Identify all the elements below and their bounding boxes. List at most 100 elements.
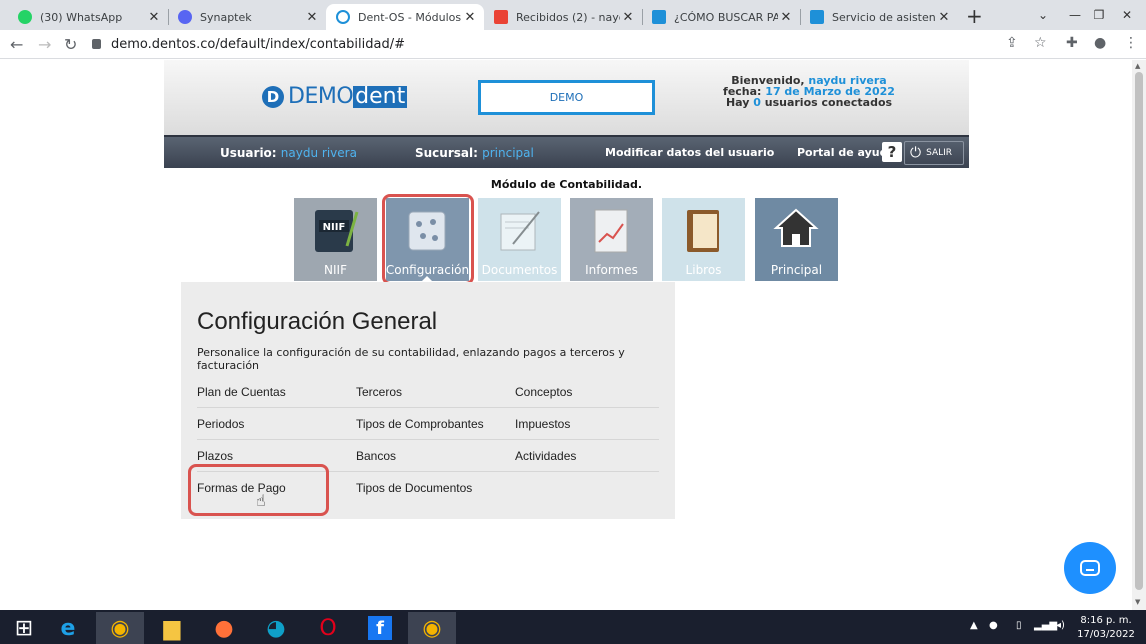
profile-avatar[interactable]: ● (1094, 35, 1106, 51)
link-tipos-de-documentos[interactable]: Tipos de Documentos (356, 481, 472, 495)
branch-info: Sucursal: principal (415, 146, 534, 160)
module-informes[interactable]: Informes (570, 198, 653, 281)
tab-gmail[interactable]: Recibidos (2) - naydude ✕ (484, 4, 642, 30)
niif-book-icon: NIIF (315, 210, 359, 252)
tab-label: ¿CÓMO BUSCAR PACIE (674, 10, 778, 24)
whatsapp-icon (18, 10, 32, 24)
users-suffix: usuarios conectados (764, 96, 893, 109)
facebook-icon[interactable]: f (356, 612, 404, 644)
close-icon[interactable]: ✕ (936, 10, 952, 25)
tab-whatsapp[interactable]: (30) WhatsApp ✕ (8, 4, 168, 30)
user-info: Usuario: naydu rivera (220, 146, 357, 160)
chrome-icon[interactable]: ◉ (96, 612, 144, 644)
url-text: demo.dentos.co/default/index/contabilida… (111, 36, 405, 52)
module-label: Principal (770, 263, 823, 277)
link-tipos-de-comprobantes[interactable]: Tipos de Comprobantes (356, 417, 484, 431)
forward-icon[interactable]: → (38, 35, 51, 54)
back-icon[interactable]: ← (10, 35, 23, 54)
tab-dentos[interactable]: Dent-OS - Módulos ge ✕ (326, 4, 484, 30)
help-icon[interactable]: ? (882, 142, 902, 162)
windows-start-icon[interactable]: ⊞ (0, 612, 48, 644)
menu-kebab-icon[interactable]: ⋮ (1124, 35, 1138, 51)
firefox-icon[interactable]: ● (200, 612, 248, 644)
module-principal[interactable]: Principal (755, 198, 838, 281)
module-libros[interactable]: Libros (662, 198, 745, 281)
branch-value[interactable]: principal (482, 146, 534, 160)
tray-app-icon[interactable]: ● (989, 620, 998, 631)
restore-button[interactable]: ❐ (1084, 0, 1114, 30)
network-icon[interactable]: ▂▄▆ (1034, 620, 1057, 631)
extensions-icon[interactable]: ✚ (1066, 35, 1078, 51)
browser-tab-bar: (30) WhatsApp ✕ Synaptek ✕ Dent-OS - Mód… (0, 0, 1146, 30)
file-explorer-icon[interactable]: ▆ (148, 612, 196, 644)
close-window-button[interactable]: ✕ (1112, 0, 1142, 30)
dentos-icon (336, 10, 350, 24)
link-conceptos[interactable]: Conceptos (515, 385, 572, 399)
logout-label: SALIR (926, 148, 953, 158)
close-icon[interactable]: ✕ (304, 10, 320, 25)
close-icon[interactable]: ✕ (146, 10, 162, 25)
tab-search-icon[interactable]: ⌄ (1028, 0, 1058, 30)
battery-icon[interactable]: ▯ (1016, 620, 1022, 631)
bookmark-star-icon[interactable]: ☆ (1034, 35, 1047, 51)
config-title: Configuración General (197, 308, 438, 335)
tab-label: (30) WhatsApp (40, 10, 123, 24)
link-actividades[interactable]: Actividades (515, 449, 576, 463)
logo-d-icon: D (262, 85, 284, 108)
dentos-logo[interactable]: D DEMO dent (262, 83, 408, 109)
edge-icon[interactable]: ◕ (252, 612, 300, 644)
scroll-up-icon[interactable]: ▲ (1135, 62, 1140, 70)
address-bar: ← → ↻ demo.dentos.co/default/index/conta… (0, 30, 1146, 59)
close-icon[interactable]: ✕ (462, 10, 478, 25)
branch-label: Sucursal: (415, 146, 478, 160)
link-plan-de-cuentas[interactable]: Plan de Cuentas (197, 385, 286, 399)
module-title: Módulo de Contabilidad. (490, 178, 643, 191)
tab-synaptek[interactable]: Synaptek ✕ (168, 4, 326, 30)
logo-dent-text: dent (353, 83, 408, 109)
link-plazos[interactable]: Plazos (197, 449, 233, 463)
module-documentos[interactable]: Documentos (478, 198, 561, 281)
link-bancos[interactable]: Bancos (356, 449, 396, 463)
scroll-down-icon[interactable]: ▼ (1135, 598, 1140, 606)
user-bar: Usuario: naydu rivera Sucursal: principa… (164, 135, 969, 168)
link-impuestos[interactable]: Impuestos (515, 417, 570, 431)
close-icon[interactable]: ✕ (778, 10, 794, 25)
tab-buscar[interactable]: ¿CÓMO BUSCAR PACIE ✕ (642, 4, 800, 30)
chat-button[interactable] (1064, 542, 1116, 594)
opera-icon[interactable]: O (304, 612, 352, 644)
chat-icon (1080, 560, 1100, 576)
document-pen-icon (500, 211, 540, 251)
logout-button[interactable]: ⏻ SALIR (904, 141, 964, 165)
user-value[interactable]: naydu rivera (281, 146, 357, 160)
module-label: Libros (685, 263, 722, 277)
tab-label: Recibidos (2) - naydude (516, 10, 620, 24)
row-divider (197, 439, 659, 440)
system-clock[interactable]: 8:16 p. m. 17/03/2022 (1075, 614, 1137, 642)
tray-expand-icon[interactable]: ▲ (970, 620, 978, 631)
help-portal-link[interactable]: Portal de ayuda (797, 146, 895, 159)
tab-label: Dent-OS - Módulos ge (358, 10, 462, 24)
reload-icon[interactable]: ↻ (64, 35, 77, 54)
user-label: Usuario: (220, 146, 277, 160)
new-tab-button[interactable]: + (966, 4, 983, 28)
config-description: Personalice la configuración de su conta… (197, 346, 625, 372)
users-prefix: Hay (725, 96, 750, 109)
page-scrollbar[interactable]: ▲ ▼ (1132, 60, 1146, 610)
welcome-info: Bienvenido, naydu rivera fecha: 17 de Ma… (684, 75, 934, 108)
link-terceros[interactable]: Terceros (356, 385, 402, 399)
tab-servicio[interactable]: Servicio de asistencia té ✕ (800, 4, 958, 30)
ie-icon[interactable]: e (44, 612, 92, 644)
modify-user-link[interactable]: Modificar datos del usuario (605, 146, 774, 159)
chrome-canary-icon[interactable]: ◉ (408, 612, 456, 644)
close-icon[interactable]: ✕ (620, 10, 636, 25)
svg-text:NIIF: NIIF (323, 222, 346, 233)
volume-icon[interactable]: ◂) (1056, 620, 1065, 631)
module-niif[interactable]: NIIF NIIF (294, 198, 377, 281)
share-icon[interactable]: ⇪ (1006, 35, 1018, 51)
tab-label: Servicio de asistencia té (832, 10, 936, 24)
ledger-book-icon (687, 210, 719, 252)
link-periodos[interactable]: Periodos (197, 417, 244, 431)
hand-cursor-icon: ☝ (256, 491, 266, 510)
scroll-thumb[interactable] (1135, 72, 1143, 590)
url-field[interactable]: demo.dentos.co/default/index/contabilida… (92, 33, 972, 55)
